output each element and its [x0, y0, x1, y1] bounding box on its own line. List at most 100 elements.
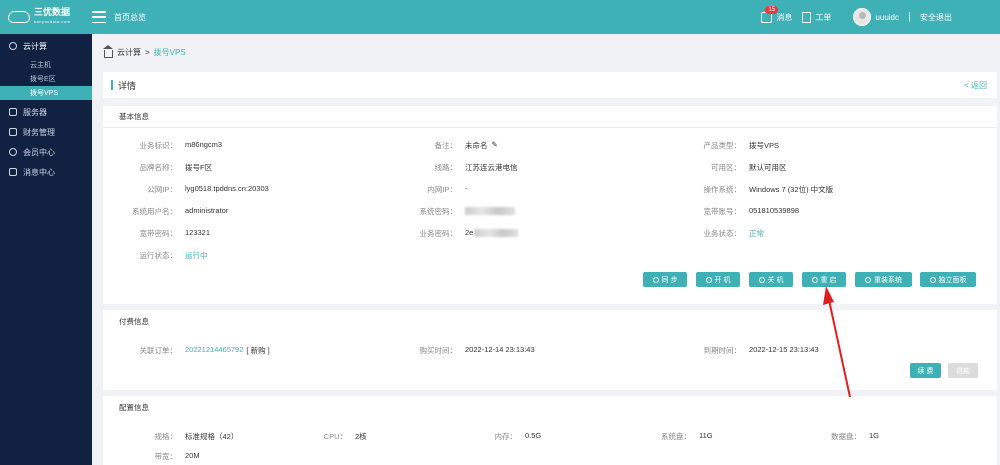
sync-icon	[652, 276, 659, 283]
cloud-icon	[9, 42, 17, 50]
sidebar-item-cloud-host[interactable]: 云主机	[0, 58, 92, 72]
finance-icon	[9, 128, 17, 136]
ticket-icon	[802, 11, 812, 23]
cpu-value: 2核	[355, 432, 367, 441]
user-menu[interactable]: uuuidc	[853, 8, 899, 26]
field-label: 品牌名称：	[139, 163, 178, 172]
power-off-button[interactable]: 关 机	[749, 272, 793, 287]
config-info-card: 配置信息 规格： 标准规格（42） CPU： 2核 内存： 0.5G 系统盘： 11G …	[103, 396, 997, 465]
restart-button[interactable]: 重 启	[802, 272, 846, 287]
field-label: 系统用户名：	[132, 207, 177, 216]
field-label: 关联订单：	[139, 346, 178, 355]
field-label: 带宽：	[154, 452, 178, 461]
user-icon	[9, 148, 17, 156]
panel-icon	[929, 276, 936, 283]
public-ip: lyg0518.tpddns.cn:20303	[185, 184, 269, 193]
field-label: 宽带密码：	[139, 229, 178, 238]
expire-time: 2022-12-15 23:13:43	[749, 345, 819, 354]
field-label: 线路：	[434, 163, 458, 172]
cloud-logo-icon	[8, 11, 30, 23]
field-label: 备注：	[434, 141, 458, 150]
system-username: administrator	[185, 206, 229, 215]
payment-info-card: 付费信息 关联订单： 20221214465792[ 新购 ] 购买时间： 2022…	[103, 310, 997, 390]
broadband-account: 051810539898	[749, 206, 800, 215]
field-label: 系统盘：	[661, 432, 691, 441]
field-label: 产品类型：	[703, 141, 742, 150]
system-disk-value: 11G	[699, 431, 713, 440]
field-label: 内存：	[494, 432, 518, 441]
brand-name-value: 拨号F区	[185, 163, 213, 172]
business-status: 正常	[749, 229, 764, 238]
product-type: 拨号VPS	[749, 141, 780, 150]
sidebar-item-label: 消息中心	[23, 167, 55, 177]
field-label: 可用区：	[711, 163, 741, 172]
order-number-link[interactable]: 20221214465792	[185, 345, 243, 356]
breadcrumb-separator: >	[145, 48, 150, 57]
back-link[interactable]: < 返回	[964, 80, 987, 91]
tickets-label: 工单	[815, 12, 832, 22]
message-icon: 15	[761, 5, 779, 23]
refund-button[interactable]: 退款	[948, 363, 978, 378]
password-blur	[474, 229, 519, 238]
panel-button[interactable]: 独立面板	[920, 272, 976, 287]
power-on-button[interactable]: 开 机	[696, 272, 740, 287]
page-title: 详情	[118, 80, 137, 91]
field-label: 内网IP：	[427, 185, 457, 194]
messages-label: 消息	[776, 12, 793, 22]
sidebar-item-dial-e[interactable]: 拨号E区	[0, 72, 92, 86]
line-value: 江苏连云港电信	[465, 163, 518, 172]
data-disk-value: 1G	[869, 431, 880, 440]
home-icon[interactable]	[103, 44, 113, 58]
sidebar-item-server[interactable]: 服务器	[0, 102, 92, 122]
field-label: 规格：	[154, 432, 178, 441]
divider	[909, 12, 910, 22]
field-label: 宽带账号：	[703, 207, 742, 216]
sidebar: 云计算 云主机 拨号E区 拨号VPS 服务器 财务管理 会员中心 消息中心	[0, 34, 92, 465]
message-count-badge: 15	[765, 5, 779, 14]
title-accent	[111, 80, 113, 90]
sidebar-item-cloud[interactable]: 云计算	[0, 34, 92, 58]
breadcrumb-root[interactable]: 云计算	[117, 47, 141, 58]
sync-button[interactable]: 同 步	[643, 272, 687, 287]
top-bar: 三优数据 sanyoudata.com 首页总览 15 消息 工单 uuuidc …	[0, 0, 1000, 34]
memory-value: 0.5G	[525, 431, 542, 440]
sidebar-item-label: 会员中心	[23, 147, 55, 157]
username: uuuidc	[875, 12, 899, 22]
os-value: Windows 7 (32位) 中文版	[749, 185, 834, 194]
messages-button[interactable]: 15 消息	[761, 5, 793, 23]
sidebar-item-label: 云计算	[23, 41, 47, 51]
field-label: 到期时间：	[703, 346, 742, 355]
reinstall-button[interactable]: 重装系统	[855, 272, 912, 287]
field-label: 操作系统：	[703, 185, 742, 194]
sidebar-item-label: 财务管理	[23, 127, 55, 137]
tickets-button[interactable]: 工单	[802, 11, 832, 23]
sidebar-item-member[interactable]: 会员中心	[0, 142, 92, 162]
logo[interactable]: 三优数据 sanyoudata.com	[0, 0, 92, 34]
menu-toggle-icon[interactable]	[92, 11, 106, 23]
sidebar-item-label: 服务器	[23, 107, 47, 117]
order-tag: [ 新购 ]	[246, 346, 270, 355]
home-overview-link[interactable]: 首页总览	[114, 12, 146, 23]
sidebar-item-message[interactable]: 消息中心	[0, 162, 92, 182]
server-icon	[9, 108, 17, 116]
power-off-icon	[758, 276, 765, 283]
field-label: 业务状态：	[703, 229, 742, 238]
business-password: 2e	[465, 228, 474, 237]
field-label: CPU：	[323, 432, 347, 441]
bandwidth-value: 20M	[185, 451, 200, 460]
remark-value: 未命名	[465, 141, 488, 150]
field-label: 业务密码：	[419, 229, 458, 238]
renew-button[interactable]: 续 费	[910, 363, 941, 378]
brand-sub: sanyoudata.com	[34, 19, 71, 24]
brand-name: 三优数据	[34, 7, 71, 17]
logout-link[interactable]: 安全退出	[920, 12, 952, 23]
field-label: 系统密码：	[419, 207, 458, 216]
sidebar-item-dial-vps[interactable]: 拨号VPS	[0, 86, 92, 100]
business-id: m86ngcm3	[185, 140, 223, 149]
basic-info-card: 基本信息 业务标识： m86ngcm3 备注： 未命名 ✎ 产品类型： 拨号VPS 品牌…	[103, 106, 997, 304]
field-label: 业务标识：	[139, 141, 178, 150]
purchase-time: 2022-12-14 23:13:43	[465, 345, 535, 354]
field-label: 数据盘：	[831, 432, 861, 441]
sidebar-item-finance[interactable]: 财务管理	[0, 122, 92, 142]
edit-icon[interactable]: ✎	[492, 140, 498, 151]
